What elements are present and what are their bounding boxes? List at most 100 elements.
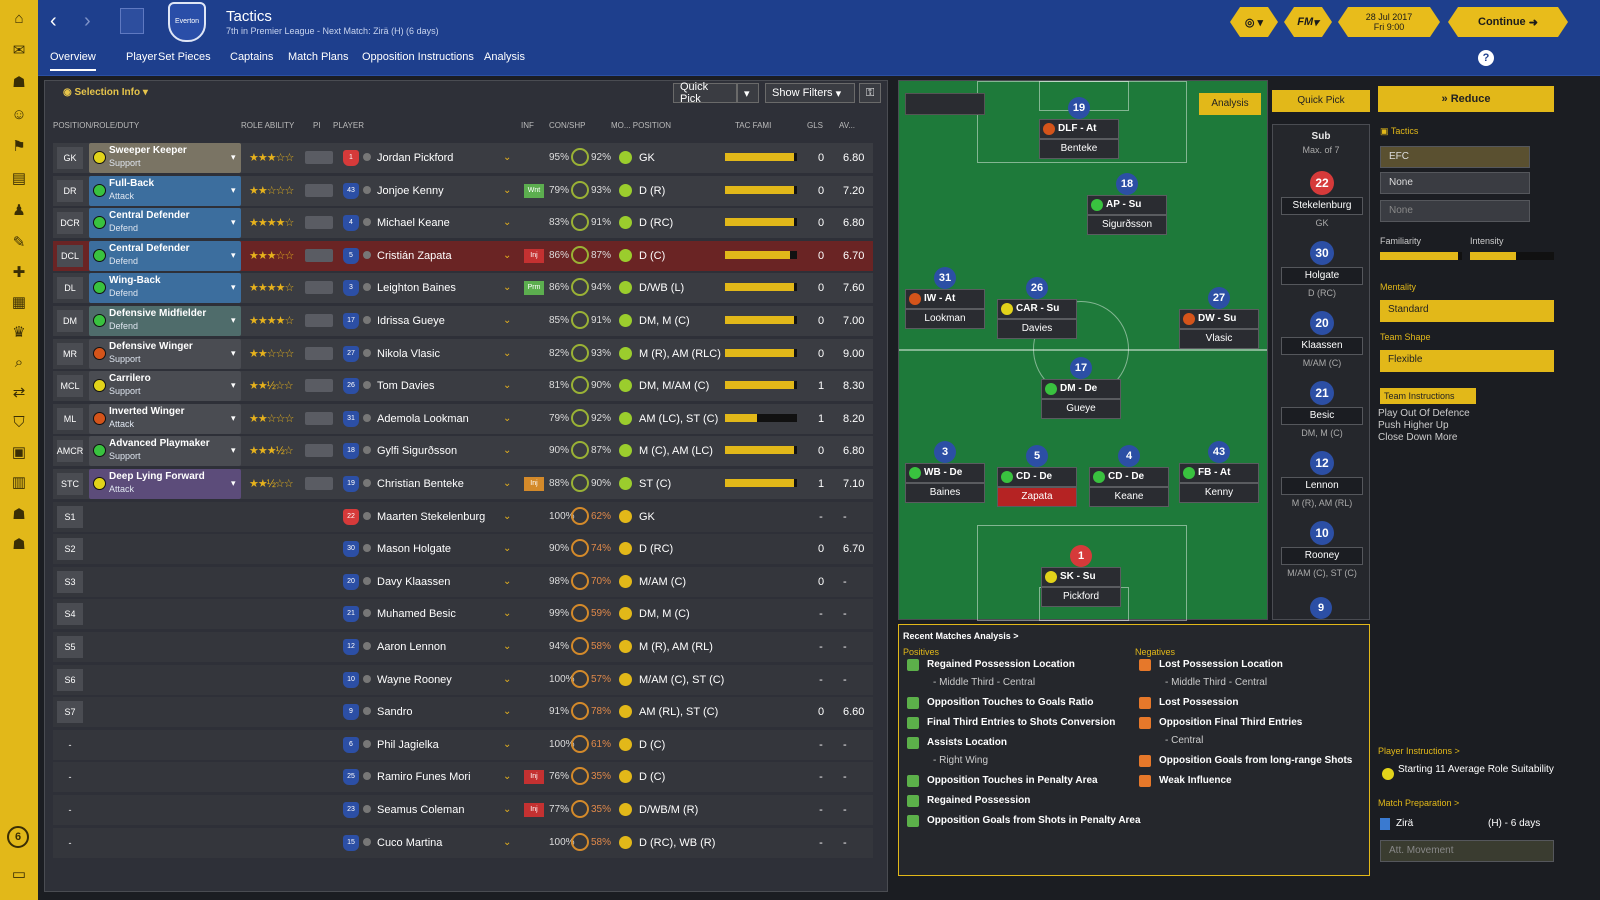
player-instructions-icon[interactable]: [305, 248, 333, 262]
scouting-icon[interactable]: ⌕: [7, 352, 31, 372]
trophy-icon[interactable]: ♛: [7, 322, 31, 342]
info-icon[interactable]: [363, 805, 371, 813]
pitch-shirt-number[interactable]: 31: [934, 267, 956, 289]
home-icon[interactable]: ⌂: [7, 8, 31, 28]
pitch-shirt-number[interactable]: 1: [1070, 545, 1092, 567]
team-u18-icon[interactable]: ☗: [7, 534, 31, 554]
player-chevron-icon[interactable]: ⌄: [503, 282, 511, 293]
globe-button[interactable]: ◎ ▾: [1230, 7, 1278, 37]
analysis-title[interactable]: Recent Matches Analysis >: [903, 631, 1018, 641]
transfers-icon[interactable]: ⇄: [7, 382, 31, 402]
player-chevron-icon[interactable]: ⌄: [503, 511, 511, 522]
player-instructions-icon[interactable]: [305, 477, 333, 490]
info-icon[interactable]: [363, 348, 371, 357]
player-chevron-icon[interactable]: ⌄: [503, 804, 511, 815]
player-name[interactable]: Cristián Zapata: [377, 250, 452, 262]
chevron-down-icon[interactable]: ▾: [231, 250, 236, 261]
selection-info-dropdown[interactable]: ◉ Selection Info ▾: [63, 87, 148, 98]
player-instructions-icon[interactable]: [305, 379, 333, 393]
table-row[interactable]: S1 22 Maarten Stekelenburg ⌄ 100% 62% GK - -: [53, 501, 873, 534]
info-icon[interactable]: [363, 316, 371, 324]
pitch-role[interactable]: CD - De: [997, 467, 1077, 487]
pitch-player-name[interactable]: Kenny: [1179, 483, 1259, 503]
chevron-down-icon[interactable]: ▾: [231, 445, 236, 456]
fm-menu-button[interactable]: FM ▾: [1284, 7, 1332, 37]
player-name[interactable]: Davy Klaassen: [377, 576, 450, 588]
pitch-role[interactable]: AP - Su: [1087, 195, 1167, 215]
player-name[interactable]: Phil Jagielka: [377, 739, 439, 751]
info-icon[interactable]: [363, 479, 371, 487]
match-preparation-link[interactable]: Match Preparation >: [1378, 798, 1459, 808]
pitch-player-card[interactable]: IW - At Lookman: [905, 289, 985, 329]
forward-arrow-icon[interactable]: ›: [84, 10, 91, 33]
tactic-slot-1[interactable]: EFC: [1380, 146, 1530, 168]
table-row[interactable]: DM Defensive Midfielder Defend ▾ ★★★★☆ 17 Idri…: [53, 306, 873, 338]
col-mo-position[interactable]: MO... POSITION: [611, 121, 671, 130]
player-instructions-icon[interactable]: [305, 183, 333, 197]
pitch-shirt-number[interactable]: 26: [1026, 277, 1048, 299]
player-chevron-icon[interactable]: ⌄: [503, 837, 511, 848]
info-icon[interactable]: [363, 250, 371, 259]
player-name[interactable]: Jordan Pickford: [377, 152, 453, 164]
tab-captains[interactable]: Captains: [230, 51, 273, 63]
chevron-down-icon[interactable]: ▾: [231, 413, 236, 424]
sub-player[interactable]: 20 Klaassen M/AM (C): [1281, 311, 1363, 381]
table-row[interactable]: - 25 Ramiro Funes Mori ⌄ Inj 76% 35% D (C) - -: [53, 762, 873, 794]
table-row[interactable]: S4 21 Muhamed Besic ⌄ 99% 59% DM, M (C) - -: [53, 599, 873, 631]
pitch-player-card[interactable]: CD - De Zapata: [997, 467, 1077, 507]
player-chevron-icon[interactable]: ⌄: [503, 217, 511, 228]
col-pi[interactable]: PI: [313, 121, 321, 130]
medical-icon[interactable]: ✚: [7, 262, 31, 282]
chevron-down-icon[interactable]: ▾: [231, 152, 236, 163]
dev-centre-icon[interactable]: ✎: [7, 232, 31, 252]
team-shape-dropdown[interactable]: Flexible: [1380, 350, 1554, 372]
pitch-shirt-number[interactable]: 5: [1026, 445, 1048, 467]
tactic-slot-2[interactable]: None: [1380, 172, 1530, 194]
col-inf[interactable]: INF: [521, 121, 534, 130]
player-chevron-icon[interactable]: ⌄: [503, 152, 511, 163]
pitch-shirt-number[interactable]: 17: [1070, 357, 1092, 379]
player-instructions-icon[interactable]: [305, 281, 333, 295]
show-filters-button[interactable]: Show Filters ▾: [765, 83, 855, 103]
pitch-shirt-number[interactable]: 4: [1118, 445, 1140, 467]
table-row[interactable]: S3 20 Davy Klaassen ⌄ 98% 70% M/AM (C) 0 -: [53, 566, 873, 599]
role-selector[interactable]: Full-Back Attack ▾: [89, 175, 241, 206]
player-chevron-icon[interactable]: ⌄: [503, 445, 511, 456]
history-stepper[interactable]: [120, 8, 144, 34]
info-icon[interactable]: [363, 511, 371, 520]
table-row[interactable]: DL Wing-Back Defend ▾ ★★★★☆ 3 Leighton Baines ⌄…: [53, 273, 873, 305]
table-row[interactable]: AMCR Advanced Playmaker Support ▾ ★★★½☆ 18 Gyl…: [53, 436, 873, 468]
table-row[interactable]: S2 30 Mason Holgate ⌄ 90% 74% D (RC) 0 6.70: [53, 534, 873, 566]
player-name[interactable]: Ademola Lookman: [377, 413, 469, 425]
col-player[interactable]: PLAYER: [333, 121, 364, 130]
role-selector[interactable]: Wing-Back Defend ▾: [89, 273, 241, 304]
table-row[interactable]: S5 12 Aaron Lennon ⌄ 94% 58% M (R), AM (RL) - -: [53, 632, 873, 664]
chevron-down-icon[interactable]: ▾: [231, 217, 236, 228]
player-chevron-icon[interactable]: ⌄: [503, 674, 511, 685]
table-row[interactable]: - 23 Seamus Coleman ⌄ Inj 77% 35% D/WB/M (R) - -: [53, 795, 873, 827]
lock-icon[interactable]: ⚿: [859, 83, 881, 103]
player-name[interactable]: Wayne Rooney: [377, 674, 452, 686]
role-selector[interactable]: Advanced Playmaker Support ▾: [89, 436, 241, 467]
player-name[interactable]: Cuco Martina: [377, 837, 442, 849]
pitch-role[interactable]: CD - De: [1089, 467, 1169, 487]
pitch-role[interactable]: DM - De: [1041, 379, 1121, 399]
pitch-player-card[interactable]: FB - At Kenny: [1179, 463, 1259, 503]
analysis-button[interactable]: Analysis: [1199, 93, 1261, 115]
info-icon[interactable]: [363, 413, 371, 422]
player-instructions-icon[interactable]: [305, 444, 333, 458]
role-selector[interactable]: Central Defender Defend ▾: [89, 208, 241, 239]
pitch-player-card[interactable]: CAR - Su Davies: [997, 299, 1077, 339]
chevron-down-icon[interactable]: ▾: [231, 380, 236, 391]
pitch-player-name[interactable]: Vlasic: [1179, 329, 1259, 349]
team-instructions-button[interactable]: Team Instructions: [1380, 388, 1476, 404]
help-icon[interactable]: ?: [1478, 50, 1494, 66]
mentality-dropdown[interactable]: Standard: [1380, 300, 1554, 322]
pitch-role[interactable]: CAR - Su: [997, 299, 1077, 319]
player-chevron-icon[interactable]: ⌄: [503, 641, 511, 652]
player-instructions-icon[interactable]: [305, 314, 333, 327]
info-icon[interactable]: [363, 576, 371, 585]
pitch-role[interactable]: DW - Su: [1179, 309, 1259, 329]
player-name[interactable]: Michael Keane: [377, 217, 450, 229]
col-gls[interactable]: GLS: [807, 121, 823, 130]
